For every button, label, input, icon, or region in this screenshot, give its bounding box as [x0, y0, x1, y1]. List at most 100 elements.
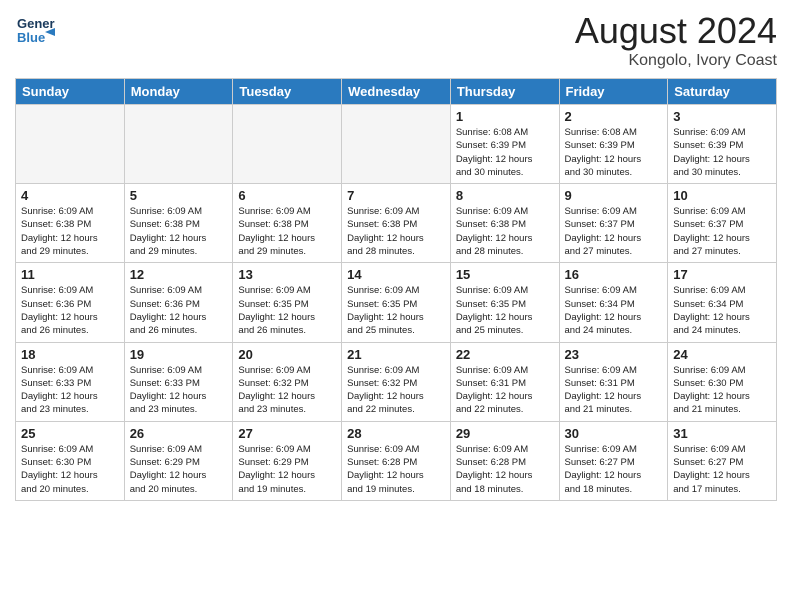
calendar-day-cell: 21 Sunrise: 6:09 AM Sunset: 6:32 PM Dayli…	[342, 342, 451, 421]
calendar-day-cell: 16Sunrise: 6:09 AM Sunset: 6:34 PM Dayli…	[559, 263, 668, 342]
calendar-day-cell: 26Sunrise: 6:09 AM Sunset: 6:29 PM Dayli…	[124, 421, 233, 500]
svg-text:Blue: Blue	[17, 30, 45, 45]
day-of-week-header: Friday	[559, 79, 668, 105]
calendar-week-row: 11 Sunrise: 6:09 AM Sunset: 6:36 PM Dayli…	[16, 263, 777, 342]
day-info: Sunrise: 6:09 AM Sunset: 6:31 PM Dayligh…	[565, 364, 663, 417]
day-number: 3	[673, 109, 771, 124]
calendar-day-cell: 1 Sunrise: 6:08 AM Sunset: 6:39 PM Daylig…	[450, 105, 559, 184]
calendar-subtitle: Kongolo, Ivory Coast	[575, 52, 777, 70]
logo-icon: General Blue	[15, 10, 55, 50]
calendar-day-cell: 19Sunrise: 6:09 AM Sunset: 6:33 PM Dayli…	[124, 342, 233, 421]
svg-text:General: General	[17, 16, 55, 31]
day-number: 10	[673, 188, 771, 203]
day-number: 25	[21, 426, 119, 441]
day-number: 22	[456, 347, 554, 362]
calendar-day-cell: 12 Sunrise: 6:09 AM Sunset: 6:36 PM Dayli…	[124, 263, 233, 342]
calendar-day-cell: 3 Sunrise: 6:09 AM Sunset: 6:39 PM Daylig…	[668, 105, 777, 184]
day-info: Sunrise: 6:09 AM Sunset: 6:37 PM Dayligh…	[565, 205, 663, 258]
day-number: 8	[456, 188, 554, 203]
day-number: 6	[238, 188, 336, 203]
calendar-day-cell: 30 Sunrise: 6:09 AM Sunset: 6:27 PM Dayli…	[559, 421, 668, 500]
day-number: 9	[565, 188, 663, 203]
day-info: Sunrise: 6:09 AM Sunset: 6:36 PM Dayligh…	[130, 284, 228, 337]
calendar-day-cell: 7Sunrise: 6:09 AM Sunset: 6:38 PM Daylig…	[342, 184, 451, 263]
day-number: 5	[130, 188, 228, 203]
day-info: Sunrise: 6:09 AM Sunset: 6:33 PM Dayligh…	[21, 364, 119, 417]
calendar-day-cell	[124, 105, 233, 184]
day-of-week-header: Monday	[124, 79, 233, 105]
day-info: Sunrise: 6:09 AM Sunset: 6:35 PM Dayligh…	[347, 284, 445, 337]
day-number: 31	[673, 426, 771, 441]
calendar-title: August 2024	[575, 10, 777, 52]
day-info: Sunrise: 6:08 AM Sunset: 6:39 PM Dayligh…	[456, 126, 554, 179]
day-info: Sunrise: 6:09 AM Sunset: 6:27 PM Dayligh…	[673, 443, 771, 496]
calendar-day-cell: 15 Sunrise: 6:09 AM Sunset: 6:35 PM Dayli…	[450, 263, 559, 342]
day-info: Sunrise: 6:09 AM Sunset: 6:38 PM Dayligh…	[238, 205, 336, 258]
calendar-week-row: 25Sunrise: 6:09 AM Sunset: 6:30 PM Dayli…	[16, 421, 777, 500]
day-of-week-header: Sunday	[16, 79, 125, 105]
calendar-day-cell: 23 Sunrise: 6:09 AM Sunset: 6:31 PM Dayli…	[559, 342, 668, 421]
day-info: Sunrise: 6:09 AM Sunset: 6:38 PM Dayligh…	[130, 205, 228, 258]
calendar-week-row: 18 Sunrise: 6:09 AM Sunset: 6:33 PM Dayli…	[16, 342, 777, 421]
logo: General Blue	[15, 10, 55, 50]
day-info: Sunrise: 6:09 AM Sunset: 6:39 PM Dayligh…	[673, 126, 771, 179]
calendar-day-cell: 17Sunrise: 6:09 AM Sunset: 6:34 PM Dayli…	[668, 263, 777, 342]
day-number: 16	[565, 267, 663, 282]
day-info: Sunrise: 6:09 AM Sunset: 6:38 PM Dayligh…	[347, 205, 445, 258]
calendar-day-cell: 25Sunrise: 6:09 AM Sunset: 6:30 PM Dayli…	[16, 421, 125, 500]
calendar-day-cell: 2 Sunrise: 6:08 AM Sunset: 6:39 PM Daylig…	[559, 105, 668, 184]
header: General Blue August 2024 Kongolo, Ivory …	[15, 10, 777, 70]
day-number: 17	[673, 267, 771, 282]
calendar-day-cell: 22 Sunrise: 6:09 AM Sunset: 6:31 PM Dayli…	[450, 342, 559, 421]
day-number: 20	[238, 347, 336, 362]
day-info: Sunrise: 6:09 AM Sunset: 6:28 PM Dayligh…	[456, 443, 554, 496]
calendar-day-cell: 20 Sunrise: 6:09 AM Sunset: 6:32 PM Dayli…	[233, 342, 342, 421]
calendar-day-cell: 24 Sunrise: 6:09 AM Sunset: 6:30 PM Dayli…	[668, 342, 777, 421]
day-number: 18	[21, 347, 119, 362]
day-info: Sunrise: 6:09 AM Sunset: 6:36 PM Dayligh…	[21, 284, 119, 337]
day-info: Sunrise: 6:09 AM Sunset: 6:32 PM Dayligh…	[238, 364, 336, 417]
day-info: Sunrise: 6:09 AM Sunset: 6:35 PM Dayligh…	[456, 284, 554, 337]
day-info: Sunrise: 6:09 AM Sunset: 6:29 PM Dayligh…	[130, 443, 228, 496]
day-number: 1	[456, 109, 554, 124]
calendar-table: SundayMondayTuesdayWednesdayThursdayFrid…	[15, 78, 777, 501]
day-number: 27	[238, 426, 336, 441]
calendar-day-cell: 27 Sunrise: 6:09 AM Sunset: 6:29 PM Dayli…	[233, 421, 342, 500]
day-number: 21	[347, 347, 445, 362]
day-info: Sunrise: 6:09 AM Sunset: 6:28 PM Dayligh…	[347, 443, 445, 496]
day-number: 12	[130, 267, 228, 282]
day-number: 29	[456, 426, 554, 441]
calendar-day-cell	[233, 105, 342, 184]
day-info: Sunrise: 6:09 AM Sunset: 6:27 PM Dayligh…	[565, 443, 663, 496]
day-of-week-header: Thursday	[450, 79, 559, 105]
calendar-day-cell: 6 Sunrise: 6:09 AM Sunset: 6:38 PM Daylig…	[233, 184, 342, 263]
day-number: 14	[347, 267, 445, 282]
calendar-week-row: 4Sunrise: 6:09 AM Sunset: 6:38 PM Daylig…	[16, 184, 777, 263]
day-info: Sunrise: 6:09 AM Sunset: 6:35 PM Dayligh…	[238, 284, 336, 337]
day-of-week-header: Wednesday	[342, 79, 451, 105]
calendar-day-cell: 5 Sunrise: 6:09 AM Sunset: 6:38 PM Daylig…	[124, 184, 233, 263]
day-info: Sunrise: 6:09 AM Sunset: 6:30 PM Dayligh…	[673, 364, 771, 417]
day-number: 30	[565, 426, 663, 441]
calendar-day-cell: 4Sunrise: 6:09 AM Sunset: 6:38 PM Daylig…	[16, 184, 125, 263]
day-number: 24	[673, 347, 771, 362]
calendar-week-row: 1 Sunrise: 6:08 AM Sunset: 6:39 PM Daylig…	[16, 105, 777, 184]
day-info: Sunrise: 6:09 AM Sunset: 6:33 PM Dayligh…	[130, 364, 228, 417]
calendar-day-cell: 13Sunrise: 6:09 AM Sunset: 6:35 PM Dayli…	[233, 263, 342, 342]
title-block: August 2024 Kongolo, Ivory Coast	[575, 10, 777, 70]
day-info: Sunrise: 6:09 AM Sunset: 6:29 PM Dayligh…	[238, 443, 336, 496]
day-of-week-header: Tuesday	[233, 79, 342, 105]
day-info: Sunrise: 6:09 AM Sunset: 6:31 PM Dayligh…	[456, 364, 554, 417]
calendar-day-cell: 31 Sunrise: 6:09 AM Sunset: 6:27 PM Dayli…	[668, 421, 777, 500]
calendar-day-cell: 29 Sunrise: 6:09 AM Sunset: 6:28 PM Dayli…	[450, 421, 559, 500]
day-number: 23	[565, 347, 663, 362]
calendar-day-cell	[342, 105, 451, 184]
day-number: 28	[347, 426, 445, 441]
day-number: 11	[21, 267, 119, 282]
day-number: 15	[456, 267, 554, 282]
day-info: Sunrise: 6:08 AM Sunset: 6:39 PM Dayligh…	[565, 126, 663, 179]
day-number: 2	[565, 109, 663, 124]
calendar-day-cell	[16, 105, 125, 184]
calendar-day-cell: 10Sunrise: 6:09 AM Sunset: 6:37 PM Dayli…	[668, 184, 777, 263]
day-info: Sunrise: 6:09 AM Sunset: 6:32 PM Dayligh…	[347, 364, 445, 417]
